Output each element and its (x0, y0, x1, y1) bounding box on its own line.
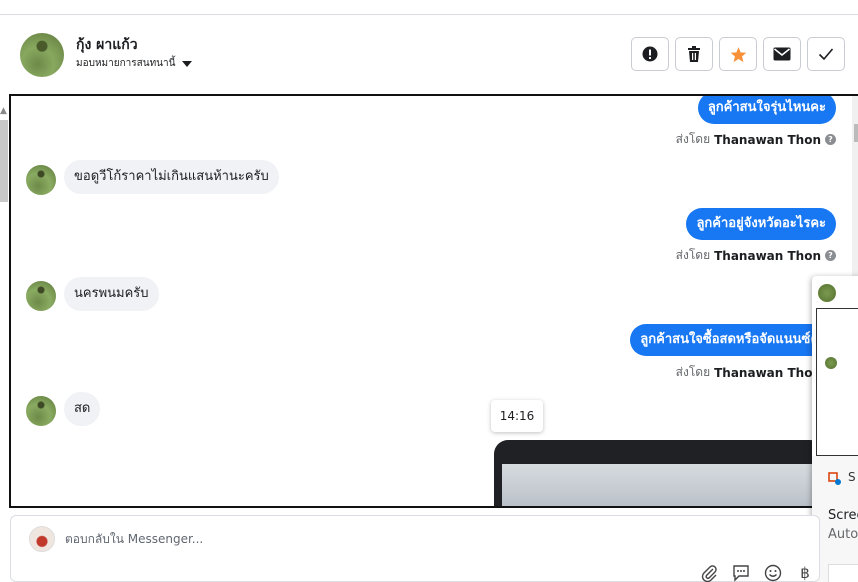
reply-input[interactable] (65, 532, 665, 546)
message-thread[interactable]: ลูกค้าสนใจรุ่นไหนคะ ส่งโดย Thanawan Thon?… (9, 94, 858, 508)
trash-icon (688, 46, 700, 62)
check-icon (818, 48, 834, 61)
timestamp-tooltip: 14:16 (491, 400, 543, 432)
popup-field[interactable] (828, 564, 858, 582)
star-button[interactable] (719, 37, 757, 71)
action-toolbar (631, 37, 845, 71)
sent-by-label: ส่งโดยThanawan Thon? (676, 130, 836, 149)
popup-avatar (818, 284, 836, 302)
contact-avatar-small (26, 281, 56, 311)
car-photo (502, 464, 824, 506)
contact-avatar[interactable] (20, 33, 64, 77)
help-icon[interactable]: ? (825, 134, 836, 145)
popup-thumbnail[interactable] (816, 308, 858, 456)
message-bubble-incoming[interactable]: สด (64, 392, 101, 426)
envelope-icon (773, 47, 791, 61)
star-icon (730, 46, 746, 62)
exclamation-icon (642, 46, 658, 62)
mark-spam-button[interactable] (631, 37, 669, 71)
message-bubble-outgoing[interactable]: ลูกค้าอยู่จังหวัดอะไรคะ (686, 208, 836, 240)
attachment-icon[interactable] (699, 564, 719, 582)
assign-label: มอบหมายการสนทนานี้ (76, 58, 176, 69)
assign-conversation-dropdown[interactable]: มอบหมายการสนทนานี้ (76, 56, 193, 71)
conversation-header: กุ้ง ผาแก้ว มอบหมายการสนทนานี้ (10, 22, 858, 90)
scrollbar-thumb[interactable] (854, 124, 858, 142)
mark-done-button[interactable] (807, 37, 845, 71)
baht-icon[interactable]: ฿ (795, 564, 815, 582)
left-scrollbar[interactable] (0, 120, 8, 202)
popup-title: S (848, 470, 856, 484)
popup-line-auto: Auto (828, 527, 858, 542)
emoji-icon[interactable] (763, 564, 783, 582)
popup-avatar-small (825, 357, 837, 369)
message-bubble-incoming[interactable]: ขอดูวีโก้ราคาไม่เกินแสนห้านะครับ (64, 160, 279, 194)
snipping-tool-icon (828, 472, 841, 485)
sent-by-label: ส่งโดยThanawan Thon? (676, 246, 836, 265)
message-bubble-outgoing[interactable]: ลูกค้าสนใจซื้อสดหรือจัดแนนซ์คะ (630, 324, 836, 356)
delete-button[interactable] (675, 37, 713, 71)
mark-unread-button[interactable] (763, 37, 801, 71)
caret-down-icon (182, 60, 193, 67)
contact-name[interactable]: กุ้ง ผาแก้ว (76, 34, 138, 56)
contact-avatar-small (26, 165, 56, 195)
collapse-caret-icon[interactable]: ▲ (0, 106, 7, 116)
composer-tools: ฿ (699, 564, 815, 582)
message-bubble-outgoing[interactable]: ลูกค้าสนใจรุ่นไหนคะ (697, 96, 836, 124)
top-divider (0, 14, 858, 15)
popup-line-screenshot: Scree (828, 508, 858, 523)
message-bubble-incoming[interactable]: นครพนมครับ (64, 277, 159, 311)
contact-avatar-small (26, 396, 56, 426)
reply-composer: ฿ (10, 515, 820, 582)
saved-replies-icon[interactable] (731, 564, 751, 582)
image-attachment[interactable] (494, 440, 824, 506)
help-icon[interactable]: ? (825, 250, 836, 261)
page-avatar (29, 526, 55, 552)
